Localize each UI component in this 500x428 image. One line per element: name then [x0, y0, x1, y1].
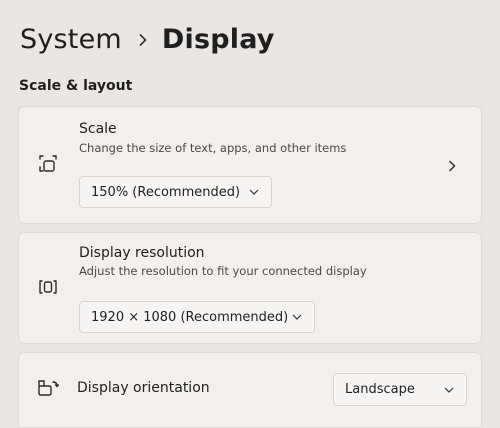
- resolution-icon: [37, 276, 59, 298]
- scale-dropdown[interactable]: 150% (Recommended): [79, 176, 272, 208]
- resolution-title: Display resolution: [79, 245, 205, 261]
- resolution-card: Display resolution Adjust the resolution…: [18, 232, 482, 344]
- orientation-dropdown-value: Landscape: [345, 382, 415, 397]
- resolution-dropdown-value: 1920 × 1080 (Recommended): [91, 309, 289, 325]
- scale-card[interactable]: Scale Change the size of text, apps, and…: [18, 106, 482, 224]
- orientation-title: Display orientation: [77, 380, 210, 396]
- scale-title: Scale: [79, 121, 117, 137]
- section-title-scale-layout: Scale & layout: [19, 78, 133, 94]
- orientation-dropdown[interactable]: Landscape: [333, 373, 467, 406]
- chevron-down-icon: [444, 387, 454, 393]
- page-title: Display: [161, 24, 275, 55]
- scale-icon: [37, 152, 59, 174]
- breadcrumb: System Display: [20, 24, 275, 55]
- resolution-description: Adjust the resolution to fit your connec…: [79, 264, 367, 278]
- breadcrumb-system-link[interactable]: System: [20, 24, 122, 55]
- orientation-card: Display orientation Landscape: [18, 352, 482, 428]
- chevron-right-icon[interactable]: [445, 158, 459, 172]
- chevron-down-icon: [249, 189, 259, 195]
- orientation-icon: [37, 377, 60, 399]
- chevron-right-icon: [138, 33, 148, 47]
- resolution-dropdown[interactable]: 1920 × 1080 (Recommended): [79, 301, 315, 333]
- scale-description: Change the size of text, apps, and other…: [79, 141, 347, 155]
- scale-dropdown-value: 150% (Recommended): [91, 184, 241, 200]
- chevron-down-icon: [292, 314, 302, 320]
